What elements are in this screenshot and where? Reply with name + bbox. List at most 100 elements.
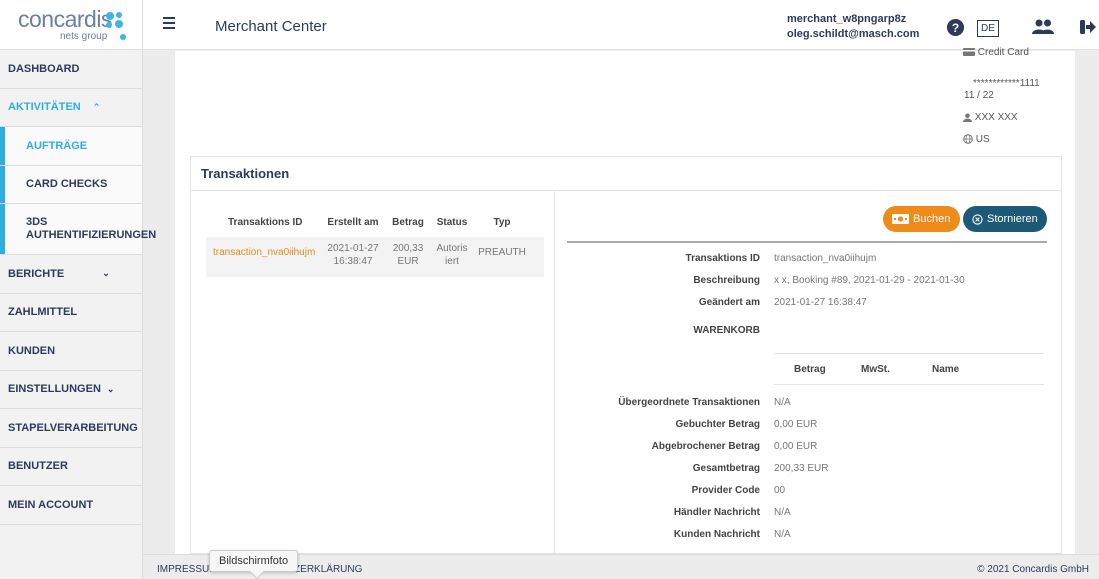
detail-value: 200,33 EUR	[774, 463, 829, 474]
card-expiry: 11 / 22	[964, 90, 994, 101]
sidebar-item-label: MEIN ACCOUNT	[8, 498, 94, 511]
status-part: iert	[445, 256, 459, 267]
language-switch[interactable]: DE	[977, 20, 999, 37]
sidebar-item-dashboard[interactable]: DASHBOARD	[0, 50, 142, 89]
sidebar-item-label: BERICHTE	[8, 267, 65, 280]
page-title: Merchant Center	[215, 18, 327, 35]
detail-label: Provider Code	[691, 485, 760, 496]
brand-subtitle: nets group	[60, 31, 108, 42]
copyright: © 2021 Concardis GmbH	[977, 564, 1089, 575]
sidebar-item-zahlmittel[interactable]: ZAHLMITTEL	[0, 293, 142, 332]
transaction-type: PREAUTH	[478, 247, 526, 258]
card-holder-line: XXX XXX	[963, 112, 1018, 123]
column-header: Betrag	[794, 364, 826, 375]
transactions-panel: Transaktionen Transaktions ID Erstellt a…	[190, 156, 1062, 554]
detail-row: Beschreibung x x, Booking #89, 2021-01-2…	[567, 275, 1047, 291]
cancel-button[interactable]: Stornieren	[963, 206, 1047, 232]
chevron-up-icon: ⌃	[92, 101, 101, 112]
panel-divider	[554, 191, 555, 554]
transaction-id-link[interactable]: transaction_nva0iihujm	[213, 247, 315, 258]
users-icon[interactable]	[1031, 19, 1055, 35]
column-header[interactable]: Betrag	[384, 217, 432, 228]
detail-row: Gebuchter Betrag 0,00 EUR	[567, 419, 1047, 435]
detail-label: Gesamtbetrag	[692, 463, 760, 474]
logout-icon[interactable]	[1080, 19, 1097, 35]
detail-value: 0,00 EUR	[774, 441, 818, 452]
sidebar: concardis nets group DASHBOARD AKTIVITÄT…	[0, 0, 156, 579]
globe-icon	[963, 134, 973, 145]
column-header: Name	[932, 364, 960, 375]
sidebar-item-einstellungen[interactable]: EINSTELLUNGEN ⌄	[0, 370, 142, 409]
panel-title: Transaktionen	[191, 157, 1061, 191]
card-type-line: Credit Card	[963, 47, 1053, 58]
detail-value: N/A	[774, 397, 791, 408]
user-icon	[963, 113, 972, 122]
sidebar-item-benutzer[interactable]: BENUTZER	[0, 447, 142, 486]
sidebar-item-kunden[interactable]: KUNDEN	[0, 332, 142, 371]
detail-value: x x, Booking #89, 2021-01-29 - 2021-01-3…	[774, 275, 965, 286]
sidebar-item-label: KUNDEN	[8, 344, 56, 357]
sidebar-item-aktivitaeten[interactable]: AKTIVITÄTEN ⌃	[0, 88, 142, 127]
menu-icon[interactable]	[163, 17, 175, 29]
detail-row: Händler Nachricht N/A	[567, 507, 1047, 523]
transactions-table: Transaktions ID Erstellt am Betrag Statu…	[206, 207, 544, 277]
sidebar-item-card-checks[interactable]: CARD CHECKS	[0, 165, 142, 204]
detail-label: Gebuchter Betrag	[675, 419, 760, 430]
cancel-circle-icon	[972, 213, 983, 225]
detail-value: N/A	[774, 507, 791, 518]
main-content: Credit Card ************1111 11 / 22 XXX…	[175, 47, 1075, 554]
sidebar-item-berichte[interactable]: BERICHTE ⌄	[0, 255, 142, 294]
card-country-line: US	[963, 134, 990, 145]
sidebar-item-label: STAPELVERARBEITUNG	[8, 421, 138, 434]
chevron-down-icon: ⌄	[102, 268, 110, 279]
screenshot-tooltip: Bildschirmfoto	[209, 550, 299, 572]
svg-text:?: ?	[952, 21, 960, 35]
top-header: Merchant Center merchant_w8pngarp8z oleg…	[143, 0, 1099, 50]
brand-dot-icon	[120, 34, 126, 40]
sidebar-item-label: AKTIVITÄTEN	[8, 101, 81, 114]
card-type: Credit Card	[977, 47, 1029, 58]
sidebar-item-label: ZAHLMITTEL	[8, 306, 78, 319]
user-name: merchant_w8pngarp8z	[787, 13, 907, 25]
sidebar-item-label: 3DS AUTHENTIFIZIERUNGEN	[26, 216, 157, 241]
book-button-label: Buchen	[913, 213, 951, 225]
brand-logo[interactable]: concardis nets group	[0, 0, 142, 50]
status-part: Autoris	[436, 243, 468, 254]
column-header: MwSt.	[861, 364, 890, 375]
detail-label: Händler Nachricht	[673, 507, 760, 518]
cart-table-header: Betrag MwSt. Name	[774, 353, 1044, 385]
detail-row: Geändert am 2021-01-27 16:38:47	[567, 297, 1047, 313]
detail-row: Transaktions ID transaction_nva0iihujm	[567, 253, 1047, 269]
column-header[interactable]: Status	[432, 217, 472, 228]
help-icon[interactable]: ?	[946, 18, 965, 37]
table-header: Transaktions ID Erstellt am Betrag Statu…	[206, 207, 544, 237]
column-header[interactable]: Transaktions ID	[206, 217, 322, 228]
sidebar-item-3ds[interactable]: 3DS AUTHENTIFIZIERUNGEN	[0, 204, 156, 255]
sidebar-item-label: DASHBOARD	[8, 62, 80, 75]
detail-label: Übergeordnete Transaktionen	[618, 397, 760, 408]
sidebar-item-label: CARD CHECKS	[26, 178, 108, 191]
detail-value: 0,00 EUR	[774, 419, 818, 430]
column-header[interactable]: Typ	[472, 217, 532, 228]
sidebar-item-mein-account[interactable]: MEIN ACCOUNT	[0, 486, 142, 525]
book-button[interactable]: Buchen	[883, 206, 960, 232]
detail-row: Kunden Nachricht N/A	[567, 529, 1047, 545]
column-header[interactable]: Erstellt am	[322, 217, 384, 228]
detail-row: WARENKORB	[567, 325, 1047, 341]
banknote-icon	[892, 214, 909, 224]
created-date: 2021-01-27	[327, 243, 379, 254]
detail-row: Gesamtbetrag 200,33 EUR	[567, 463, 1047, 479]
detail-row: Abgebrochener Betrag 0,00 EUR	[567, 441, 1047, 457]
card-holder: XXX XXX	[974, 112, 1018, 123]
detail-value: N/A	[774, 529, 791, 540]
sidebar-item-label: EINSTELLUNGEN	[8, 383, 101, 396]
details-rule	[567, 241, 1047, 243]
table-row[interactable]: transaction_nva0iihujm 2021-01-27 16:38:…	[206, 237, 544, 277]
credit-card-icon	[963, 48, 975, 57]
detail-value: 2021-01-27 16:38:47	[774, 297, 867, 308]
chevron-down-icon: ⌄	[106, 383, 115, 394]
sidebar-item-stapelverarbeitung[interactable]: STAPELVERARBEITUNG	[0, 409, 142, 448]
detail-row: Provider Code 00	[567, 485, 1047, 501]
sidebar-item-auftraege[interactable]: AUFTRÄGE	[0, 127, 142, 166]
cart-label: WARENKORB	[693, 325, 760, 336]
